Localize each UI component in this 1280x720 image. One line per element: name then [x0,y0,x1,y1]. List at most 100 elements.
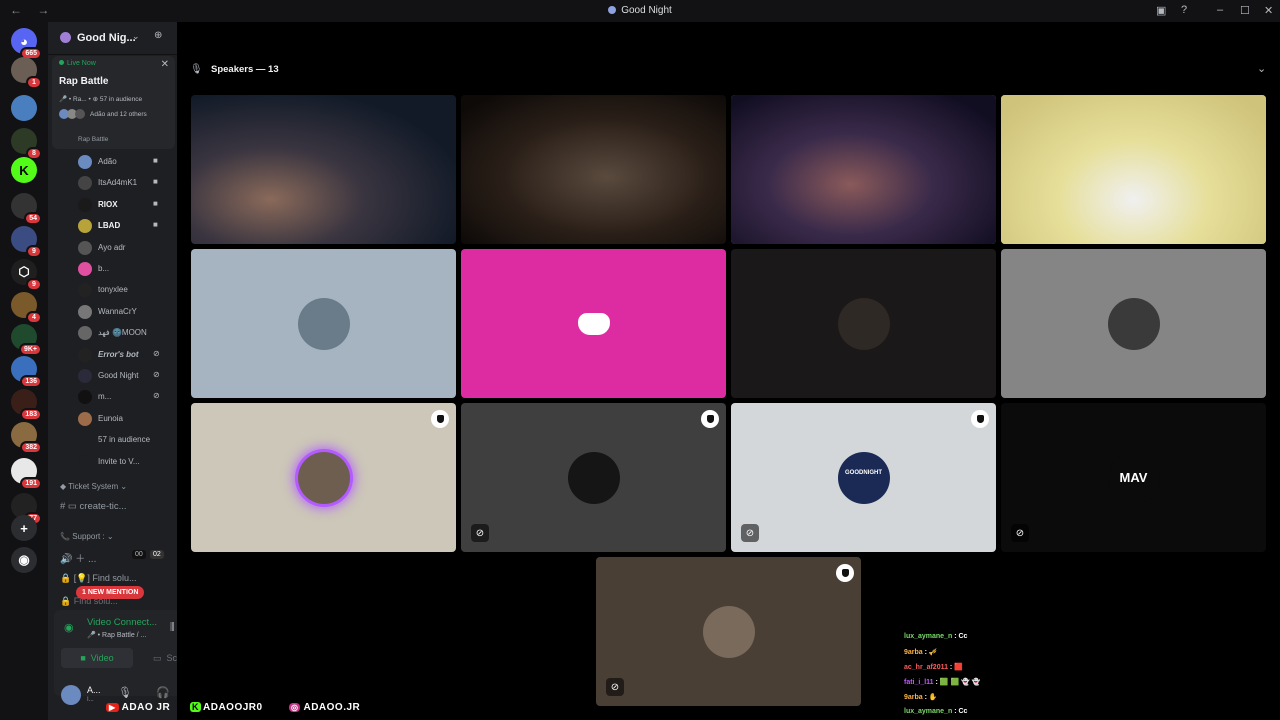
speaker-tile[interactable]: ⊘ [596,557,861,706]
stage-label: Rap Battle [78,136,109,143]
counter-a: 00 [132,550,146,559]
channel-sidebar: Good Nig... ⌄ ⊕ Live Now ✕ Rap Battle 🎤 … [48,22,217,720]
sidebar-member[interactable]: Invite to V... [48,454,177,470]
sidebar-member[interactable]: 57 in audience [48,432,177,448]
sidebar-member[interactable]: Ayo adr [48,240,177,256]
user-tag: I... [87,697,94,703]
avatar [78,176,92,191]
member-name: LBAD [98,221,121,231]
new-mention-pill[interactable]: 1 NEW MENTION [76,586,145,599]
chat-user: ac_hr_af2011 [904,664,948,671]
instagram-icon: ◎ [289,703,301,712]
sidebar-member[interactable]: b... [48,261,177,277]
chat-text: ✋ [928,694,938,701]
server-glyph-icon [60,32,71,43]
server-header[interactable]: Good Nig... ⌄ ⊕ [48,22,177,55]
server-icon-13[interactable]: 191 [11,458,42,490]
avatar [1107,297,1160,350]
minimize-button[interactable]: – [1217,4,1223,16]
speaker-tile[interactable]: MAV ⊘ [1001,403,1266,552]
kick-icon: K [190,702,201,712]
video-button[interactable]: ■ Video [61,648,133,668]
speaker-tile[interactable] [1001,249,1266,398]
stage-meta: 🎤 • Ra... • ⊕ 57 in audience [59,96,143,103]
member-name: WannaCrY [98,306,137,316]
server-icon-4[interactable]: K [11,157,37,183]
avatar [78,304,92,319]
server-icon-11[interactable]: 183 [11,389,42,421]
speaker-tile[interactable] [1001,95,1266,244]
microphone-icon[interactable]: 🎙 [118,686,132,699]
member-name: Good Night [98,371,139,380]
member-name: Ayo adr [98,242,126,252]
sidebar-member[interactable]: Good Night ⊘ [48,368,177,384]
video-feed [1001,95,1266,244]
headphones-icon[interactable]: 🎧 [156,686,170,699]
speaker-tile[interactable] [191,403,456,552]
category-ticket[interactable]: ◆ Ticket System ⌄ [60,482,127,491]
unread-badge: 191 [20,477,42,490]
instagram-label: ADAOO.JR [303,702,361,713]
avatar [567,451,620,504]
add-server-button[interactable]: + [11,515,37,541]
server-icon-5[interactable]: 54 [11,193,42,225]
server-icon-8[interactable]: 4 [11,292,42,324]
close-button[interactable]: ✕ [1264,4,1273,17]
youtube-label: ADAO JR [121,702,171,713]
chevron-down-icon[interactable]: ⌄ [1257,62,1266,75]
explore-button[interactable]: ◉ [11,547,37,573]
help-icon[interactable]: ? [1181,4,1187,16]
speaker-tile[interactable] [461,249,726,398]
server-icon [608,6,617,14]
add-member-icon[interactable]: ⊕ [154,30,162,41]
sidebar-member[interactable]: Adão ■ [48,154,177,170]
sidebar-member[interactable]: m... ⊘ [48,389,177,405]
speaker-tile[interactable]: ⊘ [461,403,726,552]
live-status: Live Now [59,60,96,67]
unread-badge: 136 [20,375,42,388]
server-icon-2[interactable] [11,95,37,121]
sidebar-member[interactable]: RIOX ■ [48,197,177,213]
server-icon-0[interactable]: ◕ 665 [11,28,42,60]
sidebar-member[interactable]: فهد 🌚MOON [48,325,177,341]
speaker-tile[interactable] [461,95,726,244]
inbox-icon[interactable]: ▣ [1156,4,1166,17]
voice-channel-support[interactable]: 🔊 ＋ ... [60,550,96,565]
category-support[interactable]: 📞 Support : ⌄ [60,532,114,541]
server-icon-9[interactable]: 9K+ [11,324,42,356]
speaker-tile[interactable] [191,249,456,398]
live-stage-card[interactable]: Live Now ✕ Rap Battle 🎤 • Ra... • ⊕ 57 i… [52,56,175,149]
server-glyph: + [20,520,28,536]
chat-text: 🟥 [954,664,963,671]
speaker-tile[interactable] [731,95,996,244]
chevron-down-icon[interactable]: ⌄ [132,31,140,42]
maximize-button[interactable]: ☐ [1240,4,1250,17]
avatar [78,454,92,469]
stage-main: 🎙 Speakers — 13 ⌄ ⊘ GOODNIGHT ⊘ MAV ⊘ ⊘ [177,22,1280,720]
speaker-tile[interactable] [191,95,456,244]
sidebar-member[interactable]: ItsAd4mK1 ■ [48,175,177,191]
sidebar-member[interactable]: Eunoia [48,411,177,427]
channel-find-solution[interactable]: 🔒 [💡] Find solu... [60,573,136,584]
server-icon-1[interactable]: 1 [11,57,42,89]
avatar [297,297,350,350]
noise-icon[interactable]: ⫼ [170,622,175,633]
chat-message: 9arba : 🎺 [904,648,938,656]
muted-icon: ⊘ [471,524,489,542]
close-icon[interactable]: ✕ [161,59,169,70]
server-icon-6[interactable]: 9 [11,226,42,258]
speaker-tile[interactable]: GOODNIGHT ⊘ [731,403,996,552]
server-icon-10[interactable]: 136 [11,356,42,388]
server-icon-7[interactable]: ⬡ 9 [11,259,42,291]
speaker-tile[interactable] [731,249,996,398]
counter-b: 02 [150,550,164,559]
sidebar-member[interactable]: LBAD ■ [48,218,177,234]
sidebar-member[interactable]: WannaCrY [48,304,177,320]
server-icon-12[interactable]: 382 [11,422,42,454]
sidebar-member[interactable]: Error's bot ⊘ [48,347,177,363]
avatar [78,390,92,405]
sidebar-member[interactable]: tonyxlee [48,282,177,298]
avatar[interactable] [61,685,81,705]
channel-create-ticket[interactable]: # ▭ create-tic... [60,501,127,512]
server-icon-3[interactable]: 8 [11,128,42,160]
